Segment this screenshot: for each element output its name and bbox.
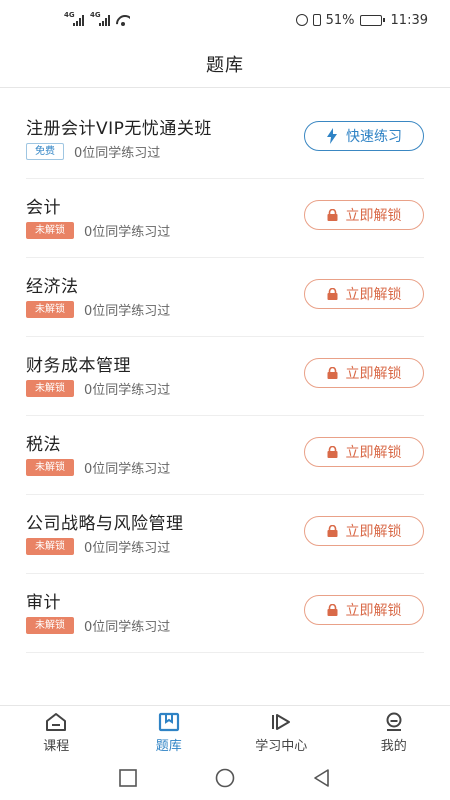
unlock-button[interactable]: 立即解锁 — [304, 358, 424, 388]
list-item[interactable]: 经济法 未解锁 0位同学练习过 立即解锁 — [26, 258, 424, 337]
question-bank-list: 注册会计VIP无忧通关班 免费 0位同学练习过 快速练习 会计 未解锁 0位同学… — [0, 100, 450, 653]
subject-name: 经济法 — [26, 277, 79, 297]
recent-apps-button[interactable] — [119, 769, 137, 791]
list-item[interactable]: 会计 未解锁 0位同学练习过 立即解锁 — [26, 179, 424, 258]
lock-icon — [327, 209, 338, 221]
bottom-tab-bar: 课程 题库 学习中心 我的 — [0, 705, 450, 760]
locked-badge: 未解锁 — [26, 459, 74, 476]
vibrate-icon — [312, 14, 321, 26]
profile-icon — [382, 712, 406, 732]
quick-practice-button[interactable]: 快速练习 — [304, 121, 424, 151]
back-button[interactable] — [313, 769, 331, 791]
page-header: 题库 — [0, 40, 450, 88]
tab-label: 我的 — [380, 739, 407, 754]
tab-courses[interactable]: 课程 — [0, 706, 113, 760]
play-icon — [269, 712, 293, 732]
network-type-label: 4G — [64, 11, 75, 19]
lock-icon — [327, 288, 338, 300]
status-left: 4G 4G — [64, 11, 130, 26]
practice-count: 0位同学练习过 — [84, 620, 171, 635]
page-title: 题库 — [206, 54, 244, 76]
subject-meta: 未解锁 0位同学练习过 — [26, 616, 170, 635]
subject-name: 税法 — [26, 435, 61, 455]
subject-name: 注册会计VIP无忧通关班 — [26, 119, 212, 139]
subject-name: 会计 — [26, 198, 61, 218]
battery-percent: 51% — [325, 12, 355, 28]
tab-question-bank[interactable]: 题库 — [113, 706, 226, 760]
subject-meta: 未解锁 0位同学练习过 — [26, 379, 170, 398]
unlock-label: 立即解锁 — [345, 445, 402, 461]
locked-badge: 未解锁 — [26, 617, 74, 634]
practice-count: 0位同学练习过 — [84, 541, 171, 556]
cell-signal-icon: 4G — [64, 11, 84, 26]
unlock-label: 立即解锁 — [345, 208, 402, 224]
practice-count: 0位同学练习过 — [74, 146, 161, 161]
subject-name: 财务成本管理 — [26, 356, 131, 376]
locked-badge: 未解锁 — [26, 222, 74, 239]
battery-icon — [359, 14, 385, 26]
subject-meta: 未解锁 0位同学练习过 — [26, 537, 170, 556]
subject-name: 审计 — [26, 593, 61, 613]
list-item[interactable]: 注册会计VIP无忧通关班 免费 0位同学练习过 快速练习 — [26, 100, 424, 179]
tab-label: 学习中心 — [255, 739, 308, 754]
lock-icon — [327, 525, 338, 537]
subject-meta: 未解锁 0位同学练习过 — [26, 221, 170, 240]
lock-icon — [327, 604, 338, 616]
clock: 11:39 — [390, 12, 428, 28]
subject-meta: 未解锁 0位同学练习过 — [26, 300, 170, 319]
cell-signal-icon: 4G — [90, 11, 110, 26]
list-item[interactable]: 税法 未解锁 0位同学练习过 立即解锁 — [26, 416, 424, 495]
unlock-button[interactable]: 立即解锁 — [304, 595, 424, 625]
lock-icon — [327, 367, 338, 379]
practice-count: 0位同学练习过 — [84, 383, 171, 398]
unlock-label: 立即解锁 — [345, 603, 402, 619]
locked-badge: 未解锁 — [26, 380, 74, 397]
unlock-button[interactable]: 立即解锁 — [304, 516, 424, 546]
practice-count: 0位同学练习过 — [84, 225, 171, 240]
wifi-icon — [116, 15, 130, 26]
unlock-label: 立即解锁 — [345, 524, 402, 540]
status-right: 51% 11:39 — [295, 12, 428, 28]
list-item[interactable]: 公司战略与风险管理 未解锁 0位同学练习过 立即解锁 — [26, 495, 424, 574]
tab-profile[interactable]: 我的 — [338, 706, 450, 760]
list-item[interactable]: 财务成本管理 未解锁 0位同学练习过 立即解锁 — [26, 337, 424, 416]
lightning-icon — [326, 128, 338, 144]
home-icon — [44, 712, 68, 732]
unlock-button[interactable]: 立即解锁 — [304, 200, 424, 230]
subject-meta: 未解锁 0位同学练习过 — [26, 458, 170, 477]
status-bar: 4G 4G 51% 11:39 — [0, 0, 450, 40]
practice-count: 0位同学练习过 — [84, 462, 171, 477]
free-badge: 免费 — [26, 143, 64, 160]
unlock-label: 立即解锁 — [345, 366, 402, 382]
locked-badge: 未解锁 — [26, 301, 74, 318]
practice-count: 0位同学练习过 — [84, 304, 171, 319]
lock-icon — [327, 446, 338, 458]
unlock-button[interactable]: 立即解锁 — [304, 437, 424, 467]
quick-practice-label: 快速练习 — [346, 129, 402, 145]
tab-label: 题库 — [155, 739, 182, 754]
network-type-label: 4G — [90, 11, 101, 19]
home-button[interactable] — [215, 768, 235, 792]
unlock-label: 立即解锁 — [345, 287, 402, 303]
locked-badge: 未解锁 — [26, 538, 74, 555]
list-item[interactable]: 审计 未解锁 0位同学练习过 立即解锁 — [26, 574, 424, 653]
system-nav-bar — [0, 760, 450, 800]
book-icon — [157, 712, 181, 732]
alarm-icon — [295, 14, 308, 26]
tab-learning-center[interactable]: 学习中心 — [225, 706, 338, 760]
subject-meta: 免费 0位同学练习过 — [26, 142, 160, 161]
unlock-button[interactable]: 立即解锁 — [304, 279, 424, 309]
tab-label: 课程 — [43, 739, 70, 754]
subject-name: 公司战略与风险管理 — [26, 514, 184, 534]
